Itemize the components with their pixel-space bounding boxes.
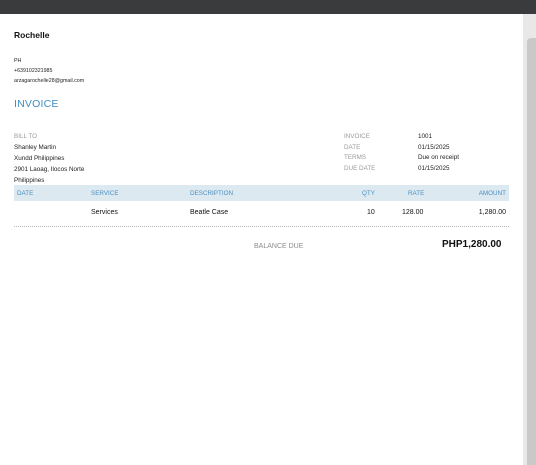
invoice-title: INVOICE — [14, 98, 59, 110]
meta-invoice-value: 1001 — [418, 133, 433, 140]
row-description: Beatle Case — [190, 209, 229, 216]
bill-to-address: 2901 Laoag, Ilocos Norte — [14, 166, 85, 173]
header-qty: QTY — [362, 189, 375, 197]
meta-terms-label: TERMS — [344, 154, 367, 161]
header-rate: RATE — [408, 189, 425, 197]
meta-invoice-label: INVOICE — [344, 133, 370, 140]
meta-date-value: 01/15/2025 — [418, 144, 450, 151]
header-amount: AMOUNT — [478, 189, 506, 197]
row-service: Services — [91, 209, 118, 216]
meta-due-date-label: DUE DATE — [344, 165, 376, 172]
meta-date-label: DATE — [344, 144, 361, 151]
line-items-header: DATE SERVICE DESCRIPTION QTY RATE AMOUNT — [14, 185, 509, 201]
bill-to-country: Philippines — [14, 177, 45, 184]
header-description: DESCRIPTION — [190, 189, 234, 197]
header-service: SERVICE — [91, 189, 119, 197]
company-name: Rochelle — [14, 30, 50, 40]
balance-due-label: BALANCE DUE — [254, 243, 304, 250]
bill-to-name: Shanley Martin — [14, 144, 56, 151]
row-rate: 128.00 — [402, 209, 424, 216]
row-qty: 10 — [367, 209, 375, 216]
meta-due-date-value: 01/15/2025 — [418, 165, 450, 172]
viewer-top-bar — [0, 0, 536, 14]
company-country: PH — [14, 58, 22, 64]
company-email: arzagarochelle28@gmail.com — [14, 78, 85, 84]
meta-terms-value: Due on receipt — [418, 154, 459, 161]
header-date: DATE — [17, 189, 34, 197]
company-phone: +639102321985 — [14, 68, 53, 74]
scrollbar-thumb[interactable] — [527, 38, 536, 465]
bill-to-label: BILL TO — [14, 133, 37, 140]
bill-to-company: Xundd Philippines — [14, 155, 65, 162]
table-divider — [14, 226, 509, 227]
balance-due-value: PHP1,280.00 — [442, 239, 502, 250]
row-amount: 1,280.00 — [478, 209, 506, 216]
